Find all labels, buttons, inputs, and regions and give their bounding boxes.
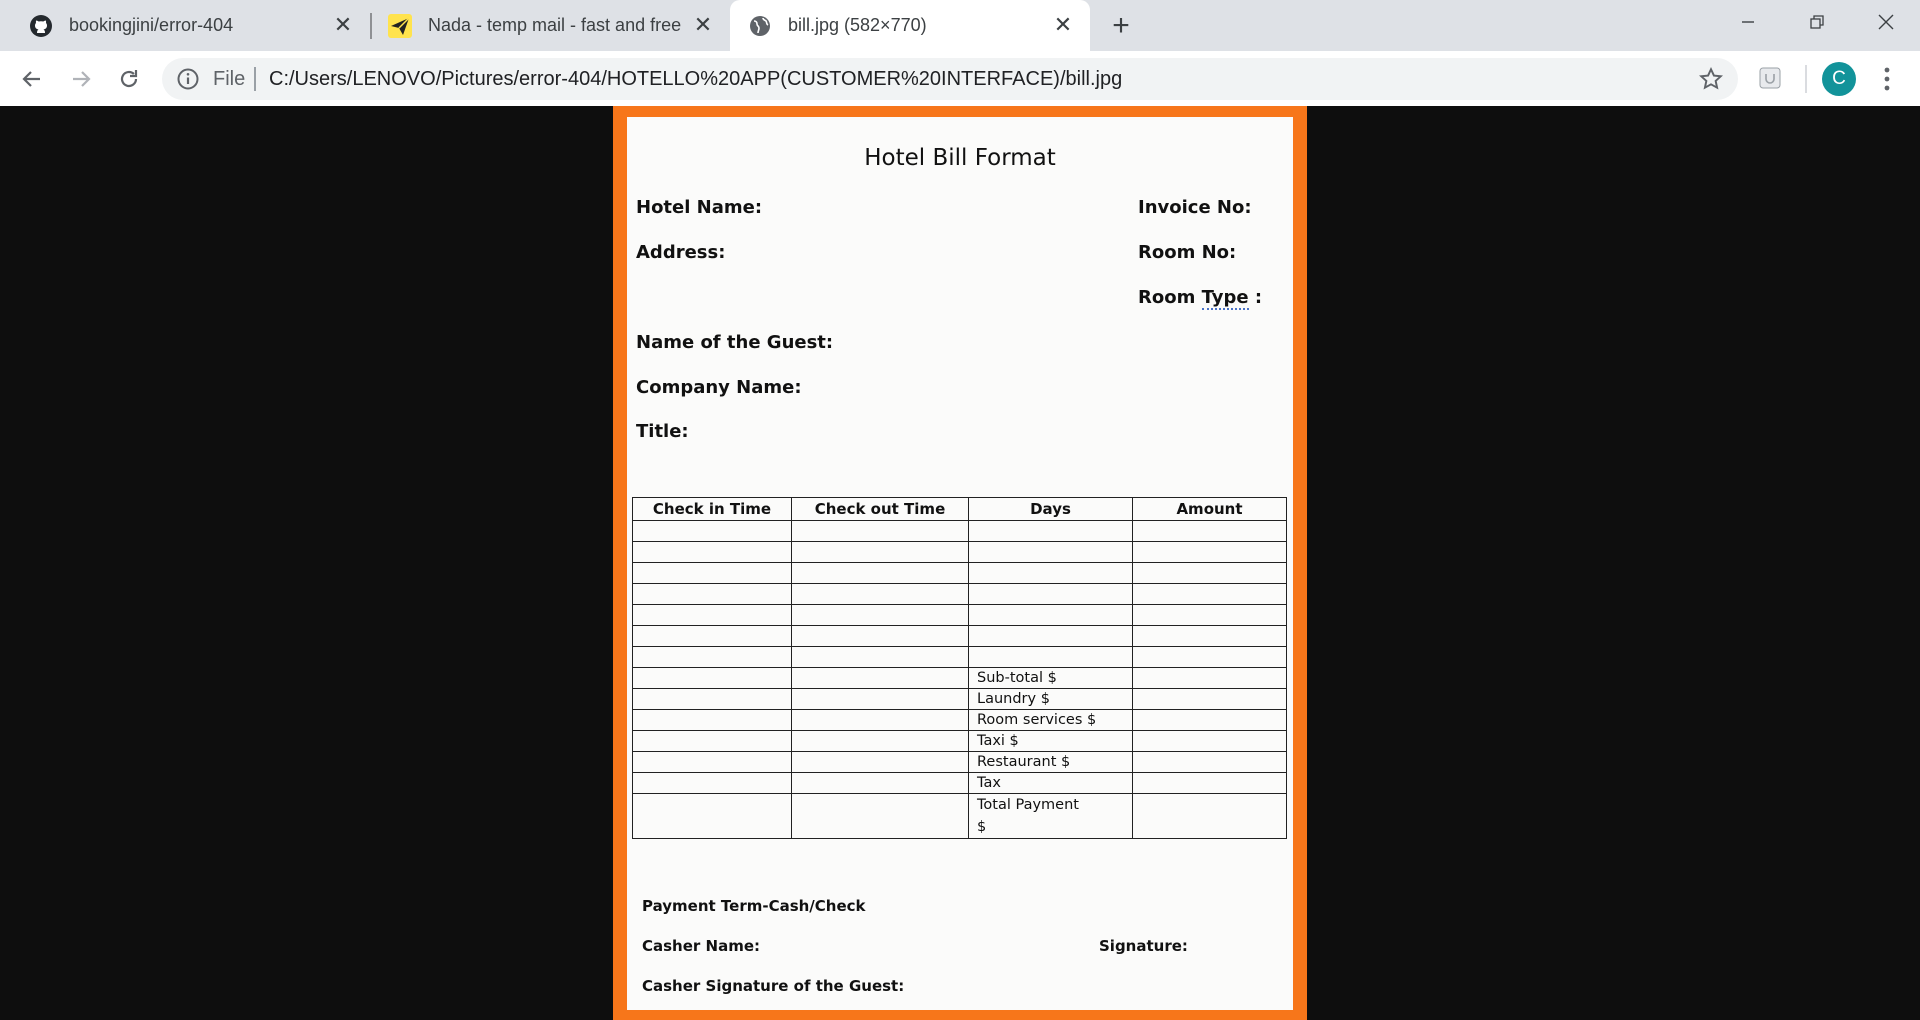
browser-toolbar: File C:/Users/LENOVO/Pictures/error-404/…: [0, 51, 1920, 107]
paper-plane-icon: [388, 13, 412, 38]
room-no-label: Room No:: [1138, 242, 1237, 263]
close-tab-icon[interactable]: ✕: [330, 12, 356, 38]
invoice-no-label: Invoice No:: [1138, 197, 1252, 218]
room-type-word: Room: [1138, 287, 1196, 308]
more-menu-icon[interactable]: [1872, 63, 1902, 95]
total-payment-label: Total Payment $: [968, 793, 1133, 839]
title-label: Title:: [636, 421, 689, 442]
bill-title: Hotel Bill Format: [864, 145, 1056, 171]
table-header-row: Check in Time Check out Time Days Amount: [632, 497, 1287, 521]
close-icon: [1878, 14, 1894, 30]
column-header: Check in Time: [632, 497, 792, 521]
charge-row: Room services $: [632, 709, 1287, 731]
back-button[interactable]: [13, 60, 51, 98]
toolbar-divider: [1805, 65, 1807, 93]
column-header: Check out Time: [791, 497, 969, 521]
tab-title: bookingjini/error-404: [69, 15, 234, 35]
tab-nada[interactable]: Nada - temp mail - fast and free ✕: [372, 0, 730, 51]
address-bar[interactable]: File C:/Users/LENOVO/Pictures/error-404/…: [162, 58, 1738, 100]
table-row: [632, 520, 1287, 542]
reload-button[interactable]: [110, 60, 148, 98]
restore-button[interactable]: [1782, 0, 1852, 44]
hotel-name-label: Hotel Name:: [636, 197, 763, 218]
new-tab-button[interactable]: +: [1104, 9, 1138, 42]
profile-avatar[interactable]: C: [1822, 62, 1856, 96]
casher-signature-label: Casher Signature of the Guest:: [642, 977, 905, 995]
column-header: Days: [968, 497, 1133, 521]
tab-strip: bookingjini/error-404 ✕ Nada - temp mail…: [0, 0, 1920, 51]
total-payment-text: Total Payment: [977, 797, 1079, 813]
charge-row: Sub-total $: [632, 667, 1287, 689]
tab-bill-jpg[interactable]: bill.jpg (582×770) ✕: [730, 0, 1090, 51]
globe-icon: [748, 14, 772, 38]
payment-term-label: Payment Term-Cash/Check: [642, 897, 866, 915]
room-type-colon: :: [1248, 287, 1263, 308]
total-payment-currency: $: [977, 819, 987, 835]
table-row: [632, 562, 1287, 584]
guest-name-label: Name of the Guest:: [636, 332, 834, 353]
room-type-squiggle: Type: [1201, 287, 1249, 310]
table-row: [632, 625, 1287, 647]
reload-icon: [120, 70, 138, 88]
bill-image[interactable]: Hotel Bill Format Hotel Name: Invoice No…: [613, 106, 1307, 1020]
table-row: [632, 604, 1287, 626]
table-row: [632, 646, 1287, 668]
restore-icon: [1810, 15, 1824, 29]
close-window-button[interactable]: [1851, 0, 1920, 44]
scheme-divider: [254, 67, 256, 91]
charge-row: Tax: [632, 772, 1287, 794]
extension-icon[interactable]: [1757, 65, 1783, 91]
info-icon[interactable]: [176, 67, 200, 91]
charge-row: Taxi $: [632, 730, 1287, 752]
charge-label: Sub-total $: [968, 667, 1133, 689]
company-name-label: Company Name:: [636, 377, 802, 398]
forward-button[interactable]: [62, 60, 100, 98]
charge-label: Taxi $: [968, 730, 1133, 752]
signature-label: Signature:: [1099, 937, 1188, 955]
address-label: Address:: [636, 242, 726, 263]
tab-title: bill.jpg (582×770): [788, 15, 927, 35]
github-icon: [29, 14, 53, 38]
charge-row: Laundry $: [632, 688, 1287, 710]
forward-arrow-icon: [73, 71, 91, 87]
table-row: [632, 583, 1287, 605]
tab-title: Nada - temp mail - fast and free: [428, 15, 682, 35]
charge-label: Laundry $: [968, 688, 1133, 710]
back-arrow-icon: [22, 71, 40, 87]
casher-name-label: Casher Name:: [642, 937, 761, 955]
total-row: Total Payment $: [632, 793, 1287, 839]
column-header: Amount: [1132, 497, 1287, 521]
charge-row: Restaurant $: [632, 751, 1287, 773]
bill-document: Hotel Bill Format Hotel Name: Invoice No…: [627, 117, 1293, 1010]
close-tab-icon[interactable]: ✕: [690, 12, 716, 38]
bookmark-star-icon[interactable]: [1698, 66, 1724, 92]
bill-table: Check in Time Check out Time Days Amount…: [632, 497, 1287, 839]
tab-bookingjini[interactable]: bookingjini/error-404 ✕: [0, 0, 370, 51]
charge-label: Restaurant $: [968, 751, 1133, 773]
room-type-label: Room Type :: [1138, 287, 1263, 310]
charge-label: Tax: [968, 772, 1133, 794]
table-row: [632, 541, 1287, 563]
url-text[interactable]: C:/Users/LENOVO/Pictures/error-404/HOTEL…: [269, 68, 1122, 91]
image-viewer: Hotel Bill Format Hotel Name: Invoice No…: [0, 106, 1920, 1020]
minimize-button[interactable]: [1713, 0, 1783, 44]
close-tab-icon[interactable]: ✕: [1050, 12, 1076, 38]
charge-label: Room services $: [968, 709, 1133, 731]
minimize-icon: [1742, 21, 1754, 23]
url-scheme: File: [213, 68, 246, 90]
